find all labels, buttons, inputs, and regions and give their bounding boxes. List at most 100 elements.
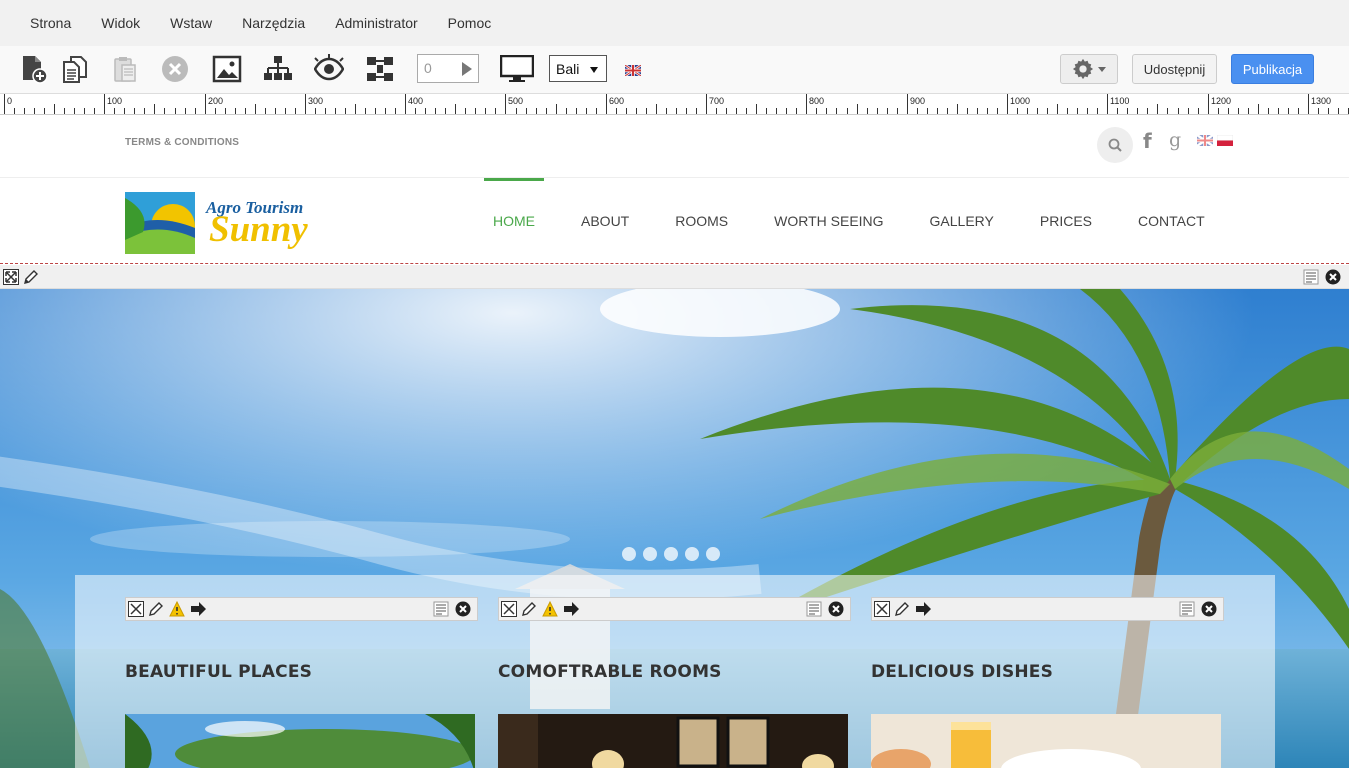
slider-play-icon[interactable] [622, 547, 636, 561]
close-icon[interactable] [1325, 269, 1341, 285]
column-image[interactable] [498, 714, 848, 768]
ruler-label: 300 [308, 96, 323, 106]
ruler-label: 1100 [1110, 96, 1129, 106]
ruler-label: 600 [609, 96, 624, 106]
menu-administrator[interactable]: Administrator [335, 15, 417, 31]
arrow-right-icon[interactable] [915, 601, 931, 617]
paste-icon[interactable] [108, 52, 142, 86]
site-logo[interactable]: Agro Tourism Sunny [125, 192, 325, 254]
main-nav: HOME ABOUT ROOMS WORTH SEEING GALLERY PR… [470, 178, 1228, 264]
menu-pomoc[interactable]: Pomoc [448, 15, 492, 31]
poland-flag-icon[interactable] [1217, 135, 1233, 146]
properties-icon[interactable] [806, 601, 822, 617]
preview-eye-icon[interactable] [312, 52, 346, 86]
properties-icon[interactable] [1179, 601, 1195, 617]
uk-flag-icon[interactable] [1197, 135, 1213, 146]
ruler-label: 1300 [1311, 96, 1331, 106]
nav-rooms[interactable]: ROOMS [652, 178, 751, 264]
site-header: Agro Tourism Sunny HOME ABOUT ROOMS WORT… [0, 178, 1349, 264]
nav-about[interactable]: ABOUT [558, 178, 652, 264]
menu-narzedzia[interactable]: Narzędzia [242, 15, 305, 31]
features-section: BEAUTIFUL PLACES COMOFTRABLE ROOMS DELIC… [75, 575, 1275, 768]
pencil-icon[interactable] [521, 601, 537, 617]
chevron-down-icon [590, 67, 598, 73]
column-image[interactable] [871, 714, 1221, 768]
add-page-icon[interactable] [16, 52, 50, 86]
nav-contact[interactable]: CONTACT [1115, 178, 1228, 264]
website-canvas: TERMS & CONDITIONS f g Agro Tourism Sunn… [0, 115, 1349, 768]
slider-dot[interactable] [664, 547, 678, 561]
go-arrow-icon[interactable] [462, 62, 472, 76]
properties-icon[interactable] [1303, 269, 1319, 285]
ruler-label: 1200 [1211, 96, 1231, 106]
editor-toolbar: 0 Bali Udostępnij Publikacja [0, 46, 1349, 93]
theme-select[interactable]: Bali [549, 55, 607, 82]
slider-pagination [622, 547, 720, 561]
site-topbar: TERMS & CONDITIONS f g [0, 115, 1349, 178]
ruler-label: 0 [7, 96, 12, 106]
logo-subtitle: Sunny [209, 209, 308, 250]
menu-widok[interactable]: Widok [101, 15, 140, 31]
sitemap-icon[interactable] [261, 52, 295, 86]
horizontal-ruler: 0 100 200 300 400 500 600 700 800 900 1000 1100 1200… [0, 93, 1349, 115]
slider-dot[interactable] [643, 547, 657, 561]
share-button[interactable]: Udostępnij [1132, 54, 1217, 84]
search-button[interactable] [1097, 127, 1133, 163]
terms-link[interactable]: TERMS & CONDITIONS [125, 137, 239, 148]
menu-wstaw[interactable]: Wstaw [170, 15, 212, 31]
move-icon[interactable] [874, 601, 890, 617]
editor-menubar: Strona Widok Wstaw Narzędzia Administrat… [0, 0, 1349, 46]
copy-page-icon[interactable] [58, 52, 92, 86]
arrow-right-icon[interactable] [190, 601, 206, 617]
move-icon[interactable] [128, 601, 144, 617]
close-icon[interactable] [1201, 601, 1217, 617]
logo-landscape-icon [125, 192, 195, 254]
slider-pause-icon[interactable] [706, 547, 720, 561]
column-title: BEAUTIFUL PLACES [125, 662, 313, 682]
settings-button[interactable] [1060, 54, 1118, 84]
nav-prices[interactable]: PRICES [1017, 178, 1115, 264]
slider-dot[interactable] [685, 547, 699, 561]
delete-icon[interactable] [158, 52, 192, 86]
arrow-right-icon[interactable] [563, 601, 579, 617]
facebook-icon[interactable]: f [1143, 129, 1152, 153]
column-title: COMOFTRABLE ROOMS [498, 662, 722, 682]
pencil-icon[interactable] [148, 601, 164, 617]
nav-gallery[interactable]: GALLERY [907, 178, 1017, 264]
column-image[interactable] [125, 714, 475, 768]
desktop-view-icon[interactable] [499, 54, 535, 88]
ruler-label: 800 [809, 96, 824, 106]
ruler-label: 500 [508, 96, 523, 106]
structure-icon[interactable] [363, 52, 397, 86]
close-icon[interactable] [455, 601, 471, 617]
menu-strona[interactable]: Strona [30, 15, 71, 31]
ruler-ticks: 0 100 200 300 400 500 600 700 800 900 1000 1100 1200… [4, 94, 1349, 114]
move-icon[interactable] [501, 601, 517, 617]
close-icon[interactable] [828, 601, 844, 617]
move-icon[interactable] [3, 269, 19, 285]
ruler-label: 200 [208, 96, 223, 106]
pencil-icon[interactable] [894, 601, 910, 617]
image-icon[interactable] [210, 52, 244, 86]
google-plus-icon[interactable]: g [1169, 129, 1181, 151]
ruler-label: 100 [107, 96, 122, 106]
page-number-field[interactable]: 0 [417, 54, 479, 83]
ruler-label: 900 [910, 96, 925, 106]
nav-worth-seeing[interactable]: WORTH SEEING [751, 178, 906, 264]
ruler-label: 1000 [1010, 96, 1030, 106]
search-icon [1108, 138, 1122, 152]
ruler-label: 700 [709, 96, 724, 106]
chevron-down-icon [1098, 66, 1106, 72]
language-flags [1197, 135, 1233, 146]
warning-icon[interactable] [542, 601, 558, 617]
theme-select-value: Bali [556, 61, 580, 77]
warning-icon[interactable] [169, 601, 185, 617]
hero-slider: BEAUTIFUL PLACES COMOFTRABLE ROOMS DELIC… [0, 289, 1349, 768]
uk-flag-icon[interactable] [624, 63, 642, 78]
properties-icon[interactable] [433, 601, 449, 617]
nav-home[interactable]: HOME [470, 178, 558, 264]
column-title: DELICIOUS DISHES [871, 662, 1054, 682]
column-edit-toolbar [871, 597, 1224, 621]
pencil-icon[interactable] [23, 269, 39, 285]
publish-button[interactable]: Publikacja [1231, 54, 1314, 84]
